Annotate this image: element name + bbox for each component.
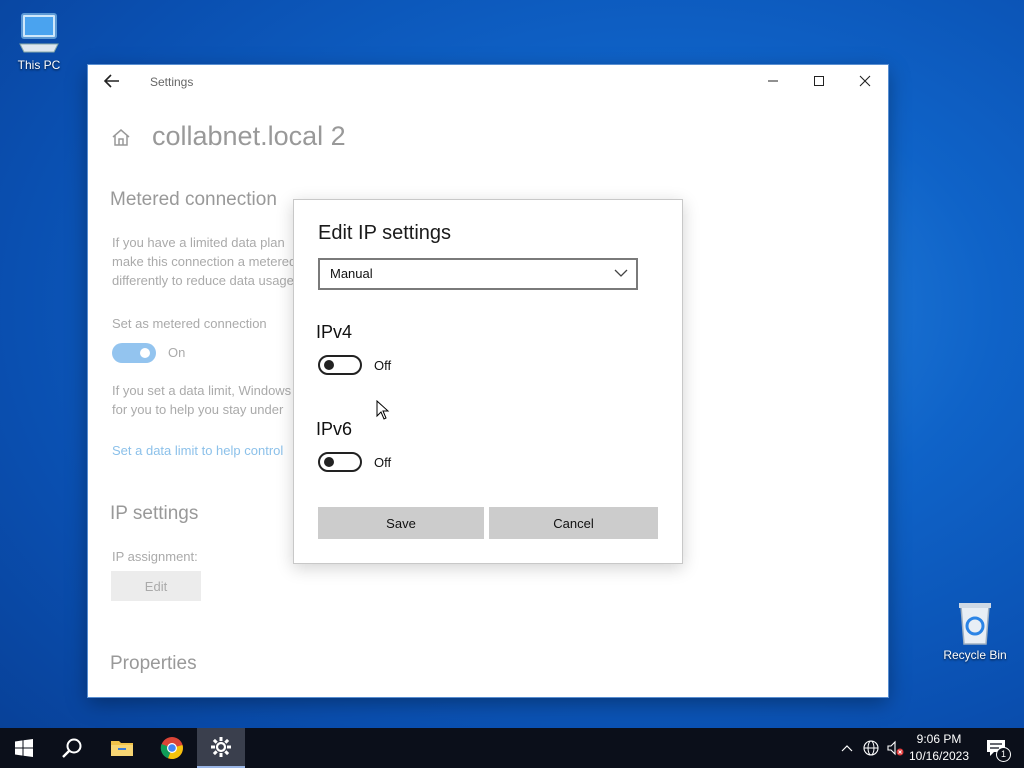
metered-heading: Metered connection [110, 189, 277, 210]
volume-muted-icon [887, 740, 904, 756]
close-button[interactable] [842, 65, 888, 97]
maximize-icon [814, 76, 824, 86]
text-line: differently to reduce data usage [112, 273, 294, 288]
metered-toggle-label: Set as metered connection [112, 316, 267, 331]
desktop-icon-label: This PC [17, 58, 61, 72]
clock-date: 10/16/2023 [908, 749, 970, 763]
ipv6-heading: IPv6 [316, 419, 353, 439]
ip-mode-value: Manual [330, 266, 373, 281]
ipv6-toggle[interactable] [318, 452, 362, 472]
ipv4-toggle-state: Off [374, 358, 392, 373]
text-line: If you have a limited data plan [112, 235, 285, 250]
volume-tray-button[interactable] [884, 728, 906, 768]
desktop-icon-recycle-bin[interactable]: Recycle Bin [940, 600, 1010, 662]
page-header: collabnet.local 2 [110, 121, 346, 152]
text-line: for you to help you stay under [112, 402, 284, 417]
page-title: collabnet.local 2 [152, 121, 346, 151]
desktop-icon-label: Recycle Bin [943, 648, 1007, 662]
minimize-icon [768, 80, 778, 82]
metered-description: If you have a limited data plan make thi… [112, 233, 312, 290]
start-button[interactable] [0, 728, 48, 768]
chrome-button[interactable] [148, 728, 196, 768]
start-icon [15, 739, 33, 757]
metered-toggle-state: On [168, 345, 186, 360]
search-button[interactable] [48, 728, 96, 768]
show-hidden-icons-button[interactable] [838, 728, 856, 768]
ip-settings-heading: IP settings [110, 503, 199, 524]
ipv4-heading: IPv4 [316, 322, 353, 342]
file-explorer-button[interactable] [98, 728, 146, 768]
text-line: If you set a data limit, Windows [112, 383, 292, 398]
text-line: make this connection a metered [112, 254, 297, 269]
save-button[interactable]: Save [318, 507, 484, 539]
taskbar: 9:06 PM 10/16/2023 1 [0, 728, 1024, 768]
network-tray-button[interactable] [860, 728, 882, 768]
ip-mode-dropdown[interactable]: Manual [318, 258, 638, 290]
metered-toggle[interactable] [112, 343, 156, 363]
properties-heading: Properties [110, 653, 197, 674]
chevron-down-icon [614, 269, 628, 277]
file-explorer-icon [111, 741, 133, 756]
back-button[interactable] [102, 71, 122, 91]
recycle-bin-icon [959, 603, 991, 645]
cancel-button[interactable]: Cancel [489, 507, 658, 539]
data-limit-link[interactable]: Set a data limit to help control [112, 443, 294, 458]
title-bar: Settings [88, 65, 888, 97]
ipv6-toggle-state: Off [374, 455, 392, 470]
notifications-button[interactable]: 1 [978, 728, 1014, 768]
maximize-button[interactable] [796, 65, 842, 97]
window-title: Settings [150, 75, 194, 89]
globe-network-icon [863, 740, 879, 756]
data-limit-description: If you set a data limit, Windows for you… [112, 381, 312, 419]
dialog-title: Edit IP settings [318, 222, 452, 244]
ip-assignment-label: IP assignment: [112, 549, 198, 564]
home-icon[interactable] [110, 126, 132, 148]
clock-time: 9:06 PM [916, 732, 962, 746]
monitor-icon [19, 13, 59, 53]
mouse-cursor-icon [376, 400, 390, 420]
desktop-icon-this-pc[interactable]: This PC [4, 10, 74, 72]
settings-taskbar-button[interactable] [197, 728, 245, 768]
settings-icon [211, 737, 231, 757]
taskbar-clock[interactable]: 9:06 PM 10/16/2023 [906, 731, 972, 765]
search-icon [62, 738, 82, 758]
ipv4-toggle[interactable] [318, 355, 362, 375]
edit-ip-button[interactable]: Edit [111, 571, 201, 601]
notification-count-badge: 1 [996, 747, 1011, 762]
chrome-icon [160, 737, 183, 760]
edit-ip-dialog: Edit IP settings Manual IPv4 Off IPv6 Of… [293, 199, 683, 564]
back-arrow-icon [103, 74, 119, 88]
close-icon [859, 75, 871, 87]
chevron-up-icon [841, 745, 853, 752]
minimize-button[interactable] [750, 65, 796, 97]
